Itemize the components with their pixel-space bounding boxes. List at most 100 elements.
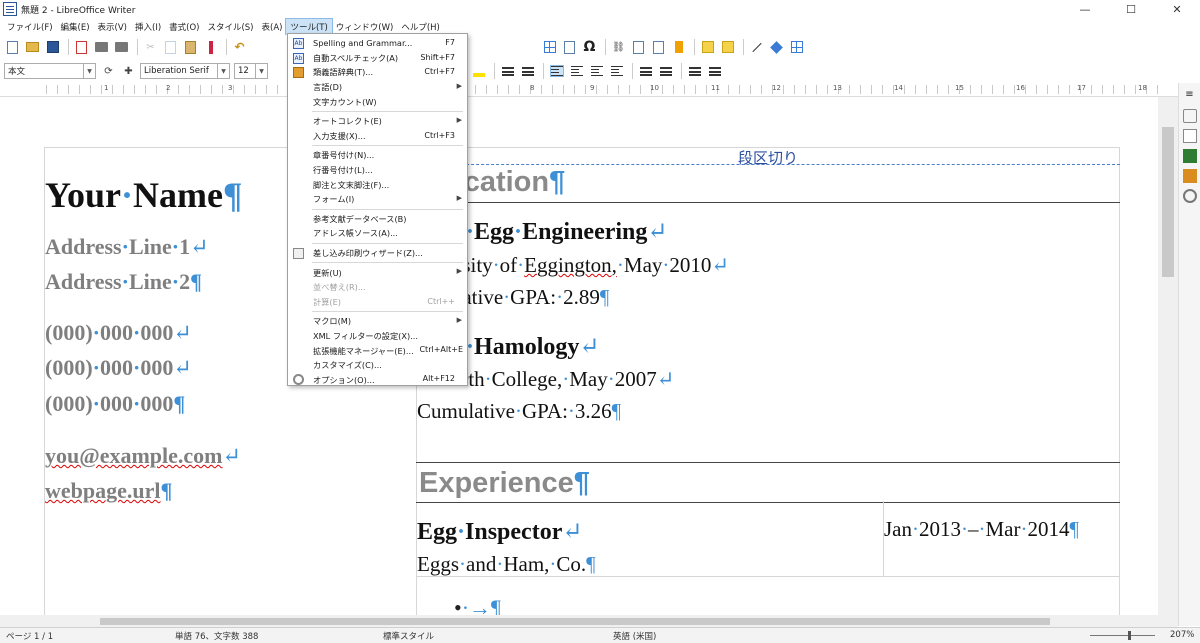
menu-customize[interactable]: カスタマイズ(C)... — [288, 358, 467, 373]
job-title[interactable]: Egg·Inspector↵ — [417, 517, 582, 546]
menu-autocorrect[interactable]: オートコレクト(E) ▶ — [288, 114, 467, 129]
insert-line-button[interactable] — [748, 39, 765, 56]
menu-sort[interactable]: 並べ替え(R)... — [288, 280, 467, 295]
page-icon[interactable] — [1182, 129, 1197, 143]
resume-name[interactable]: Your·Name¶ — [45, 174, 242, 216]
vertical-scrollbar[interactable] — [1158, 97, 1178, 615]
bullet-list-item[interactable]: •·→¶ — [454, 595, 501, 615]
bookmark-button[interactable] — [670, 39, 687, 56]
endnote-button[interactable] — [650, 39, 667, 56]
webpage-line[interactable]: webpage.url¶ — [45, 478, 172, 504]
zoom-slider[interactable] — [1090, 635, 1155, 636]
close-button[interactable]: ✕ — [1154, 0, 1200, 18]
phone-line-3[interactable]: (000)·000·000¶ — [45, 391, 185, 417]
menu-thesaurus[interactable]: 類義語辞典(T)... Ctrl+F7 — [288, 65, 467, 80]
insert-table-button[interactable] — [541, 39, 558, 56]
address-line-2[interactable]: Address·Line·2¶ — [45, 269, 202, 295]
increase-indent-button[interactable] — [686, 63, 703, 80]
menu-file[interactable]: ファイル(F) — [3, 19, 57, 35]
job-company[interactable]: Eggs·and·Ham,·Co.¶ — [417, 552, 596, 577]
education-school-1[interactable]: ersity·of·Eggington,·May·2010↵ — [446, 253, 729, 278]
gallery-icon[interactable] — [1182, 169, 1197, 183]
toggle-draw-functions-button[interactable] — [788, 39, 805, 56]
education-degree-2[interactable]: in·Hamology↵ — [446, 332, 599, 361]
font-name-select[interactable]: Liberation Serif ▼ — [140, 63, 230, 79]
track-changes-button[interactable] — [719, 39, 736, 56]
menu-auto-spellcheck[interactable]: Ab 自動スペルチェック(A) Shift+F7 — [288, 51, 467, 66]
menu-extension-manager[interactable]: 拡張機能マネージャー(E)... Ctrl+Alt+E — [288, 343, 467, 358]
menu-xml-filter-settings[interactable]: XML フィルターの設定(X)... — [288, 329, 467, 344]
horizontal-scroll-thumb[interactable] — [100, 618, 1050, 625]
menu-bibliography-database[interactable]: 参考文献データベース(B) — [288, 212, 467, 227]
styles-icon[interactable] — [1182, 149, 1197, 163]
new-style-button[interactable]: ✚ — [120, 63, 137, 80]
open-button[interactable] — [24, 39, 41, 56]
horizontal-ruler[interactable]: 1 2 3 8 9 10 11 12 13 14 15 16 17 18 — [0, 83, 1180, 97]
education-degree-1[interactable]: in·Egg·Engineering↵ — [446, 217, 668, 246]
menu-update[interactable]: 更新(U) ▶ — [288, 265, 467, 280]
job-dates[interactable]: Jan·2013·–·Mar·2014¶ — [884, 517, 1079, 542]
maximize-button[interactable]: ☐ — [1108, 0, 1154, 18]
zoom-level[interactable]: 207% — [1170, 630, 1194, 640]
page-count[interactable]: ページ 1 / 1 — [6, 630, 53, 642]
education-gpa-1[interactable]: ulative·GPA:·2.89¶ — [446, 285, 609, 310]
education-gpa-2[interactable]: Cumulative·GPA:·3.26¶ — [417, 399, 621, 424]
menu-word-count[interactable]: 文字カウント(W) — [288, 94, 467, 109]
menu-chapter-numbering[interactable]: 章番号付け(N)... — [288, 148, 467, 163]
menu-options[interactable]: オプション(O)... Alt+F12 — [288, 372, 467, 387]
menu-autotext[interactable]: 入力支援(X)... Ctrl+F3 — [288, 129, 467, 144]
language-indicator[interactable]: 英語 (米国) — [613, 630, 656, 642]
experience-heading[interactable]: Experience¶ — [419, 467, 590, 500]
phone-line-2[interactable]: (000)·000·000↵ — [45, 355, 192, 381]
justify-button[interactable] — [608, 63, 625, 80]
paragraph-style-select[interactable]: 本文 ▼ — [4, 63, 96, 79]
footnote-button[interactable] — [630, 39, 647, 56]
special-character-button[interactable]: Ω — [581, 39, 598, 56]
cut-button[interactable]: ✂ — [142, 39, 159, 56]
menu-macros[interactable]: マクロ(M) ▶ — [288, 314, 467, 329]
minimize-button[interactable]: — — [1062, 0, 1108, 18]
word-count[interactable]: 単語 76、文字数 388 — [175, 630, 258, 642]
font-size-select[interactable]: 12 ▼ — [234, 63, 268, 79]
horizontal-scrollbar[interactable] — [0, 615, 1178, 627]
document-page[interactable]: Your·Name¶ Address·Line·1↵ Address·Line·… — [44, 147, 1120, 615]
save-button[interactable] — [44, 39, 61, 56]
highlight-color-button[interactable] — [470, 63, 487, 80]
paste-button[interactable] — [182, 39, 199, 56]
address-line-1[interactable]: Address·Line·1↵ — [45, 234, 209, 260]
menu-calculate[interactable]: 計算(E) Ctrl++ — [288, 295, 467, 310]
menu-line-numbering[interactable]: 行番号付け(L)... — [288, 163, 467, 178]
menu-styles[interactable]: スタイル(S) — [203, 19, 257, 35]
undo-button[interactable]: ↶ — [231, 39, 248, 56]
menu-table[interactable]: 表(A) — [258, 19, 287, 35]
copy-button[interactable] — [162, 39, 179, 56]
menu-edit[interactable]: 編集(E) — [57, 19, 94, 35]
menu-spelling-and-grammar[interactable]: Ab Spelling and Grammar... F7 — [288, 36, 467, 51]
menu-address-book-source[interactable]: アドレス帳ソース(A)... — [288, 226, 467, 241]
print-preview-button[interactable] — [113, 39, 130, 56]
document-canvas[interactable]: Your·Name¶ Address·Line·1↵ Address·Line·… — [0, 97, 1158, 615]
page-style[interactable]: 標準スタイル — [383, 630, 434, 642]
menu-view[interactable]: 表示(V) — [94, 19, 131, 35]
email-line[interactable]: you@example.com↵ — [45, 443, 241, 469]
decrease-indent-button[interactable] — [706, 63, 723, 80]
numbering-button[interactable] — [519, 63, 536, 80]
paragraph-spacing-button[interactable] — [657, 63, 674, 80]
insert-field-button[interactable] — [561, 39, 578, 56]
comment-button[interactable] — [699, 39, 716, 56]
bullets-button[interactable] — [499, 63, 516, 80]
menu-footnotes-endnotes[interactable]: 脚注と文末脚注(F)... — [288, 177, 467, 192]
navigator-icon[interactable] — [1182, 189, 1197, 203]
align-center-button[interactable] — [568, 63, 585, 80]
zoom-slider-handle[interactable] — [1128, 631, 1131, 640]
menu-forms[interactable]: フォーム(I) ▶ — [288, 192, 467, 207]
clone-formatting-button[interactable] — [202, 39, 219, 56]
sidebar-menu-icon[interactable]: ≡ — [1183, 89, 1197, 103]
new-document-button[interactable] — [4, 39, 21, 56]
hyperlink-button[interactable]: ⛓ — [610, 39, 627, 56]
vertical-scroll-thumb[interactable] — [1162, 127, 1174, 277]
menu-mail-merge-wizard[interactable]: 差し込み印刷ウィザード(Z)... — [288, 246, 467, 261]
export-pdf-button[interactable] — [73, 39, 90, 56]
menu-insert[interactable]: 挿入(I) — [131, 19, 165, 35]
print-button[interactable] — [93, 39, 110, 56]
